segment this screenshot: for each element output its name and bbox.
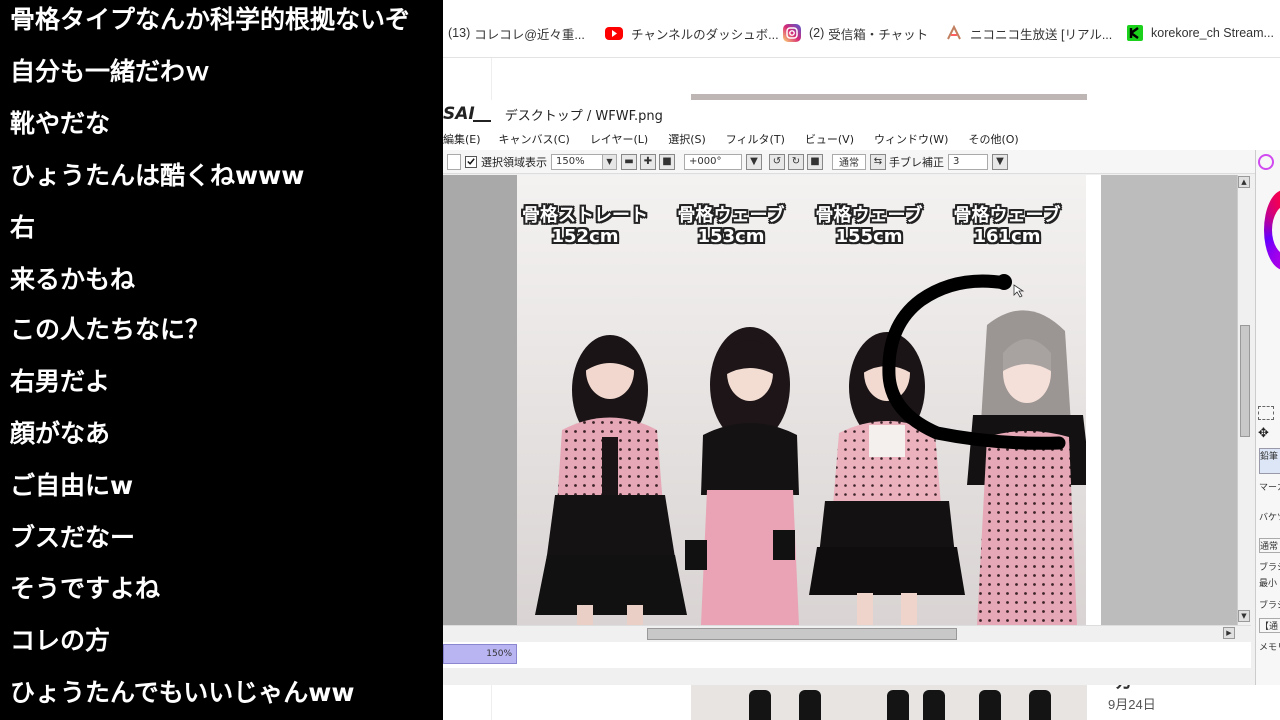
canvas-thumbnail-zoom[interactable]: 150% [443, 644, 517, 664]
menu-filter[interactable]: フィルタ(T) [726, 131, 785, 147]
menu-edit[interactable]: 編集(E) [443, 131, 481, 147]
brush-texture-label: ブラシ [1259, 601, 1280, 611]
rotate-right-button[interactable]: ↻ [788, 153, 804, 170]
caption-2: 骨格ウェーブ 153cm [677, 205, 785, 247]
scroll-down-arrow-icon[interactable]: ▼ [1238, 610, 1250, 622]
comment: ひょうたんでもいいじゃんww [10, 678, 355, 707]
rotation-reset-button[interactable]: ■ [807, 153, 823, 170]
zoom-plus-button[interactable]: ✚ [640, 153, 656, 170]
zoom-reset-button[interactable]: ■ [659, 153, 675, 170]
menu-bar: 編集(E) キャンバス(C) レイヤー(L) 選択(S) フィルタ(T) ビュー… [443, 128, 1280, 150]
stabilizer-select[interactable]: 3 [948, 153, 988, 170]
horizontal-scroll-thumb[interactable] [647, 628, 957, 640]
move-tool-icon[interactable]: ✥ [1258, 426, 1269, 441]
comment: 来るかもね [10, 265, 136, 294]
flip-horizontal-button[interactable]: ⇆ [870, 153, 886, 170]
comment: ひょうたんは酷くねwww [10, 161, 305, 190]
tool-marker[interactable]: マーカ [1259, 480, 1280, 493]
rotation-dropdown-button[interactable]: ▼ [746, 153, 762, 170]
horizontal-scrollbar[interactable]: ▶ [443, 625, 1251, 641]
bookmark-kick-stream[interactable]: korekore_ch Stream... [1127, 22, 1274, 44]
bookmark-niconico-live[interactable]: ニコニコ生放送 [リアル... [946, 22, 1112, 44]
menu-layer[interactable]: レイヤー(L) [590, 131, 648, 147]
article-image [691, 684, 1087, 720]
bookmark-youtube-dashboard[interactable]: チャンネルのダッシュボ... [605, 22, 779, 44]
brush-cursor [996, 274, 1012, 290]
document-path: デスクトップ / WFWF.png [504, 108, 663, 124]
caption-1: 骨格ストレート 152cm [522, 205, 648, 247]
status-bar: 150% [443, 642, 1251, 668]
canvas-image[interactable]: 骨格ストレート 152cm 骨格ウェーブ 153cm 骨格ウェーブ 155cm … [517, 175, 1102, 625]
color-wheel-icon[interactable] [1258, 154, 1274, 170]
zoom-minus-button[interactable]: ▬ [621, 153, 637, 170]
chevron-down-icon: ▼ [602, 154, 616, 169]
selection-tool-icon[interactable] [1258, 406, 1274, 420]
menu-view[interactable]: ビュー(V) [805, 131, 854, 147]
min-size-label: 最小 [1259, 579, 1278, 589]
comment: ブスだなー [10, 523, 136, 552]
comment: 右男だよ [10, 367, 111, 396]
selection-display-checkbox[interactable] [465, 155, 477, 168]
toolbar-blank-toggle[interactable] [447, 153, 461, 170]
stabilizer-dropdown-button[interactable]: ▼ [992, 153, 1008, 170]
bookmarks-bar: (13) コレコレ@近々重... チャンネルのダッシュボ... (2) 受信箱・… [443, 0, 1280, 58]
comment: 骨格タイプなんか科学的根拠ないぞ [10, 5, 411, 34]
canvas-margin [1086, 175, 1101, 625]
memory-usage-label: メモリ使 [1259, 643, 1280, 653]
comment: 顔がなあ [10, 419, 111, 448]
menu-other[interactable]: その他(O) [968, 131, 1018, 147]
toolbar: 選択領域表示 150% ▼ ▬ ✚ ■ +000° ▼ ↺ ↻ ■ 通常 ⇆ 手… [443, 150, 1280, 174]
sai-logo: SAI [443, 104, 475, 124]
caption-3: 骨格ウェーブ 155cm [815, 205, 923, 247]
vertical-scrollbar[interactable]: ▲ ▼ [1237, 175, 1251, 625]
rotate-left-button[interactable]: ↺ [769, 153, 785, 170]
rotation-select[interactable]: +000° [684, 153, 742, 170]
comment: そうですよね [10, 574, 161, 603]
blend-mode-select[interactable]: 通常 [832, 153, 866, 170]
sai-titlebar: SAI デスクトップ / WFWF.png [443, 100, 1280, 128]
comment-overlay: 骨格タイプなんか科学的根拠ないぞ 自分も一緒だわｗ 靴やだな ひょうたんは酷くね… [0, 0, 443, 720]
tool-blend-mode[interactable]: 通常 [1259, 538, 1280, 553]
brush-preset-select[interactable]: 【通 [1259, 618, 1280, 633]
sai-window: SAI デスクトップ / WFWF.png 編集(E) キャンバス(C) レイヤ… [443, 100, 1280, 685]
post-date: 9月24日 [1108, 697, 1156, 712]
comment: ご自由にw [10, 471, 134, 500]
menu-canvas[interactable]: キャンバス(C) [499, 131, 570, 147]
canvas-viewport[interactable]: 骨格ストレート 152cm 骨格ウェーブ 153cm 骨格ウェーブ 155cm … [443, 175, 1251, 625]
youtube-icon [605, 26, 623, 40]
comment: この人たちなに？ [10, 315, 211, 344]
caption-4: 骨格ウェーブ 161cm [953, 205, 1061, 247]
niconico-icon [946, 24, 962, 41]
comment: 靴やだな [10, 109, 111, 138]
comment: 自分も一緒だわｗ [10, 57, 211, 86]
browser-window: (13) コレコレ@近々重... チャンネルのダッシュボ... (2) 受信箱・… [443, 0, 1280, 720]
scroll-up-arrow-icon[interactable]: ▲ [1238, 176, 1250, 188]
comment: 右 [10, 213, 36, 242]
brush-shape-label: ブラシ [1259, 563, 1280, 573]
kick-icon [1127, 25, 1143, 41]
bookmark-instagram-inbox[interactable]: (2) 受信箱・チャット [783, 22, 928, 44]
selection-display-label: 選択領域表示 [481, 155, 547, 169]
zoom-select[interactable]: 150% ▼ [551, 153, 617, 170]
tool-panel: ✥ 鉛筆 マーカ バケツ 通常 ブラシ 最小 ブラシ 【通 メモリ使 [1255, 150, 1280, 685]
canvas-background [1101, 175, 1251, 625]
tool-pencil[interactable]: 鉛筆 [1259, 448, 1280, 474]
tool-bucket[interactable]: バケツ [1259, 510, 1280, 523]
sai-logo-underline [472, 120, 491, 122]
bookmark-korekore[interactable]: (13) コレコレ@近々重... [448, 22, 585, 44]
comment: コレの方 [10, 626, 111, 655]
stabilizer-label: 手ブレ補正 [889, 155, 944, 169]
menu-window[interactable]: ウィンドウ(W) [874, 131, 948, 147]
scroll-right-arrow-icon[interactable]: ▶ [1223, 627, 1235, 639]
vertical-scroll-thumb[interactable] [1240, 325, 1250, 437]
instagram-icon [783, 24, 801, 42]
menu-select[interactable]: 選択(S) [668, 131, 706, 147]
